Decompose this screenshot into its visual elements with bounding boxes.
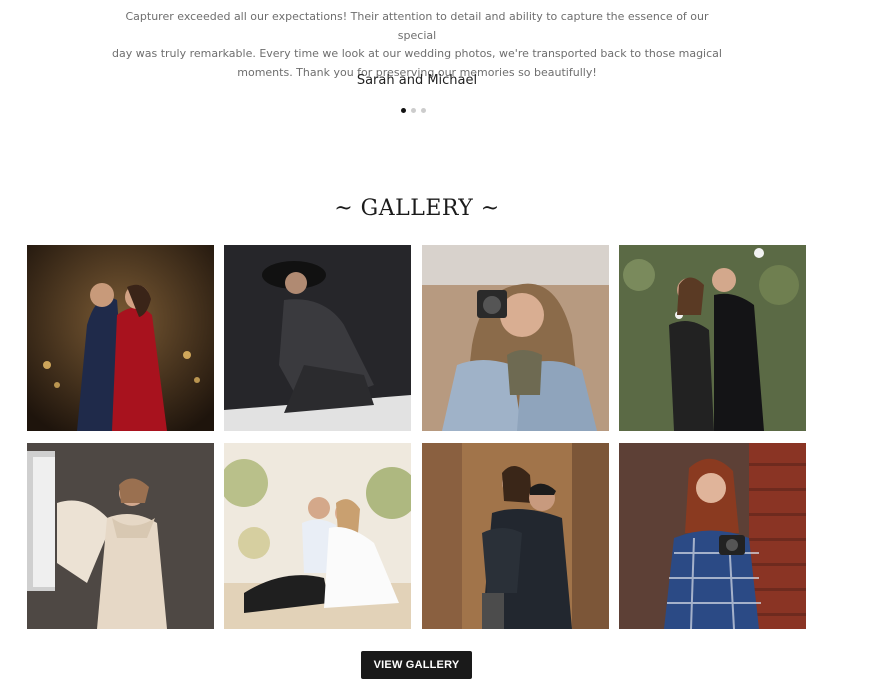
gallery-photo-woman-with-camera[interactable] — [422, 245, 609, 431]
testimonial-quote-line: Capturer exceeded all our expectations! … — [125, 10, 709, 42]
woman-with-camera-photo — [422, 245, 609, 431]
gallery-photo-wedding-couple-beach[interactable] — [224, 443, 411, 629]
view-gallery-button[interactable]: VIEW GALLERY — [361, 651, 472, 679]
fashion-model-black-outfit-photo — [224, 245, 411, 431]
gallery-title: ~ GALLERY ~ — [334, 196, 500, 221]
testimonial-quote-line: day was truly remarkable. Every time we … — [112, 47, 722, 60]
carousel-dot-2[interactable] — [411, 108, 416, 113]
carousel-dot-3[interactable] — [421, 108, 426, 113]
gallery-photo-fashion-model[interactable] — [224, 245, 411, 431]
carousel-dot-1[interactable] — [401, 108, 406, 113]
gallery-photo-couple-piggyback-autumn[interactable] — [422, 443, 609, 629]
gallery-photo-woman-camera-brick-wall[interactable] — [619, 443, 806, 629]
testimonial-author: Sarah and Michael — [356, 73, 478, 88]
testimonial-quote: Capturer exceeded all our expectations! … — [112, 8, 722, 82]
page: Capturer exceeded all our expectations! … — [0, 0, 869, 692]
couple-in-garden-photo — [619, 245, 806, 431]
gallery-photo-wedding-couple-kiss[interactable] — [27, 245, 214, 431]
wedding-couple-beach-photo — [224, 443, 411, 629]
gallery-photo-woman-ruffled-dress[interactable] — [27, 443, 214, 629]
couple-piggyback-autumn-photo — [422, 443, 609, 629]
woman-ruffled-dress-photo — [27, 443, 214, 629]
carousel-dots — [401, 108, 426, 114]
woman-with-camera-brick-wall-photo — [619, 443, 806, 629]
wedding-couple-kiss-photo — [27, 245, 214, 431]
gallery-photo-couple-in-garden[interactable] — [619, 245, 806, 431]
